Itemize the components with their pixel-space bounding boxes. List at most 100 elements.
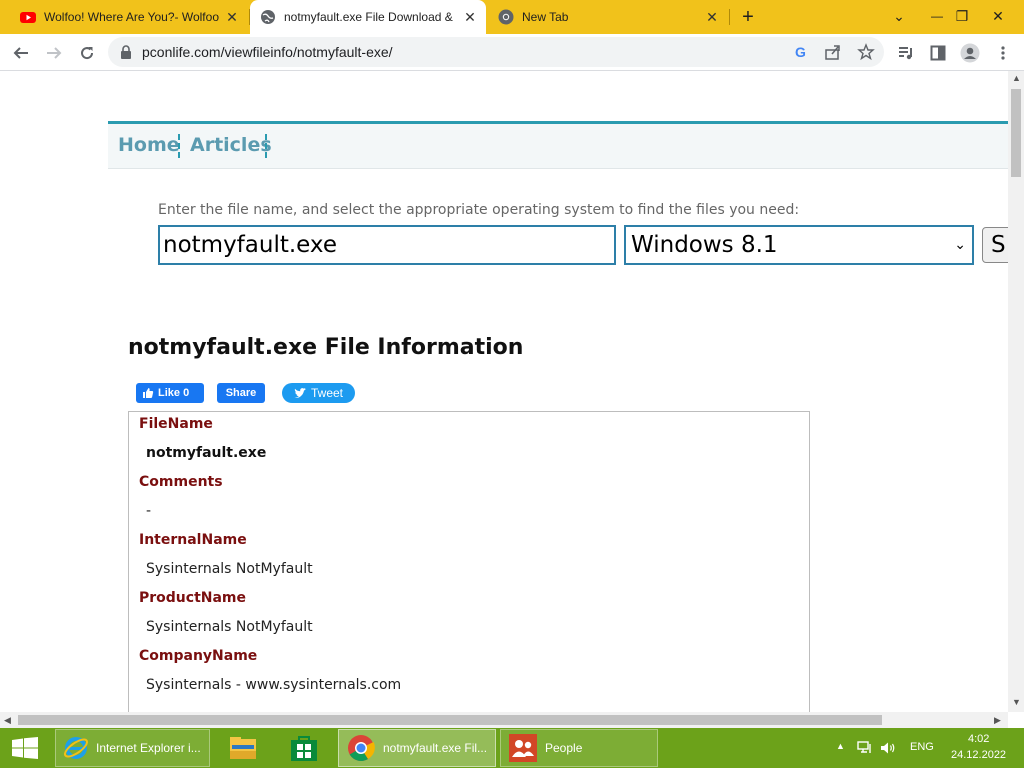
info-key: FileName: [139, 416, 213, 432]
tab-search-icon[interactable]: ⌄: [887, 4, 911, 28]
file-info-table: FileName notmyfault.exe Comments - Inter…: [128, 411, 810, 712]
chevron-down-icon: ⌄: [954, 237, 966, 253]
search-button[interactable]: S: [982, 227, 1008, 263]
arrow-right-icon: [47, 47, 62, 59]
media-control-button[interactable]: [893, 40, 919, 66]
tab-title: Wolfoo! Where Are You?- Wolfoo: [44, 10, 219, 24]
scroll-left-icon[interactable]: ◀: [4, 715, 11, 726]
info-key: ProductName: [139, 590, 247, 606]
scroll-up-icon[interactable]: ▲: [1012, 73, 1021, 83]
horizontal-scrollbar[interactable]: ◀ ▶: [0, 712, 1008, 728]
vertical-scrollbar[interactable]: ▲ ▼: [1008, 71, 1024, 712]
language-indicator[interactable]: ENG: [910, 741, 934, 753]
restore-icon[interactable]: ❐: [950, 4, 974, 28]
google-icon[interactable]: G: [792, 43, 810, 61]
os-select[interactable]: Windows 8.1 ⌄: [624, 225, 974, 265]
tab-close-icon[interactable]: ✕: [224, 9, 240, 25]
start-button[interactable]: [4, 729, 46, 767]
new-tab-icon[interactable]: +: [738, 7, 758, 27]
tab-wolfoo[interactable]: Wolfoo! Where Are You?- Wolfoo ✕: [8, 0, 248, 34]
browser-toolbar: pconlife.com/viewfileinfo/notmyfault-exe…: [0, 34, 1024, 71]
os-selected-value: Windows 8.1: [631, 232, 778, 258]
address-bar[interactable]: pconlife.com/viewfileinfo/notmyfault-exe…: [108, 37, 884, 67]
info-value: -: [146, 503, 152, 519]
people-icon: [509, 734, 537, 762]
taskbar-app-people[interactable]: People: [500, 729, 658, 767]
info-key: Comments: [139, 474, 223, 490]
store-icon: [291, 736, 317, 761]
clock-date[interactable]: 24.12.2022: [951, 749, 1006, 761]
volume-icon[interactable]: [880, 741, 896, 755]
info-value: Sysinternals - www.sysinternals.com: [146, 677, 402, 693]
tweet-button[interactable]: Tweet: [282, 383, 355, 403]
page-viewport: Home Articles Enter the file name, and s…: [0, 71, 1008, 712]
nav-home-link[interactable]: Home: [118, 134, 180, 156]
scroll-thumb[interactable]: [18, 715, 882, 725]
tab-separator: [729, 9, 730, 25]
nav-divider: [265, 134, 267, 158]
lock-icon: [121, 45, 131, 59]
taskbar-app-store[interactable]: [283, 729, 325, 767]
bookmark-star-icon[interactable]: [857, 43, 875, 61]
taskbar-app-explorer[interactable]: [222, 729, 264, 767]
tab-new-tab[interactable]: New Tab ✕: [488, 0, 728, 34]
chrome-icon: [498, 9, 514, 25]
taskbar-app-label: notmyfault.exe Fil...: [383, 741, 488, 755]
facebook-like-button[interactable]: Like 0: [136, 383, 204, 403]
taskbar-app-label: Internet Explorer i...: [96, 741, 201, 755]
like-label: Like 0: [158, 387, 190, 399]
clock-time[interactable]: 4:02: [968, 733, 989, 745]
scroll-right-icon[interactable]: ▶: [994, 715, 1001, 726]
url-text: pconlife.com/viewfileinfo/notmyfault-exe…: [142, 44, 393, 60]
tab-close-icon[interactable]: ✕: [704, 9, 720, 25]
youtube-icon: [20, 12, 36, 23]
network-icon[interactable]: [857, 741, 873, 755]
site-navbar: Home Articles: [108, 121, 1008, 169]
side-panel-button[interactable]: [925, 40, 951, 66]
windows-logo-icon: [12, 737, 38, 759]
tab-strip: Wolfoo! Where Are You?- Wolfoo ✕ notmyfa…: [0, 0, 1024, 34]
search-hint: Enter the file name, and select the appr…: [158, 202, 800, 218]
avatar-icon: [960, 43, 980, 63]
globe-icon: [261, 10, 275, 24]
chrome-icon: [348, 735, 375, 762]
reload-icon: [81, 47, 94, 60]
info-value: Sysinternals NotMyfault: [146, 619, 313, 635]
info-key: CompanyName: [139, 648, 258, 664]
twitter-bird-icon: [294, 387, 306, 398]
nav-divider: [178, 134, 180, 158]
file-explorer-icon: [230, 737, 256, 759]
page-title: notmyfault.exe File Information: [128, 335, 524, 360]
scroll-down-icon[interactable]: ▼: [1012, 697, 1021, 707]
file-search-input[interactable]: notmyfault.exe: [158, 225, 616, 265]
reload-button[interactable]: [74, 40, 100, 66]
info-value: notmyfault.exe: [146, 445, 267, 461]
taskbar-app-label: People: [545, 741, 583, 755]
share-icon[interactable]: [824, 43, 842, 61]
forward-button[interactable]: [41, 40, 67, 66]
menu-button[interactable]: [990, 40, 1016, 66]
show-hidden-icons-icon[interactable]: ▲: [836, 741, 845, 751]
back-button[interactable]: [8, 40, 34, 66]
side-panel-icon: [930, 45, 946, 61]
info-key: InternalName: [139, 532, 247, 548]
tweet-label: Tweet: [310, 386, 343, 400]
thumbs-up-icon: [143, 388, 154, 398]
profile-button[interactable]: [957, 40, 983, 66]
scroll-thumb[interactable]: [1011, 89, 1021, 177]
taskbar-app-chrome[interactable]: notmyfault.exe Fil...: [338, 729, 496, 767]
minimize-icon[interactable]: —: [925, 4, 949, 28]
taskbar-app-ie[interactable]: Internet Explorer i...: [55, 729, 210, 767]
tab-notmyfault[interactable]: notmyfault.exe File Download & ✕: [250, 0, 486, 34]
info-value: Sysinternals NotMyfault: [146, 561, 313, 577]
arrow-left-icon: [13, 47, 28, 59]
kebab-menu-icon: [1001, 46, 1005, 60]
facebook-share-button[interactable]: Share: [217, 383, 265, 403]
tab-close-icon[interactable]: ✕: [462, 9, 478, 25]
tab-title: notmyfault.exe File Download &: [284, 10, 453, 24]
windows-taskbar: Internet Explorer i... notmyfault.exe Fi…: [0, 728, 1024, 768]
nav-articles-link[interactable]: Articles: [190, 134, 272, 156]
ie-icon: [63, 737, 89, 759]
close-window-icon[interactable]: ✕: [986, 4, 1010, 28]
tab-title: New Tab: [522, 10, 569, 24]
